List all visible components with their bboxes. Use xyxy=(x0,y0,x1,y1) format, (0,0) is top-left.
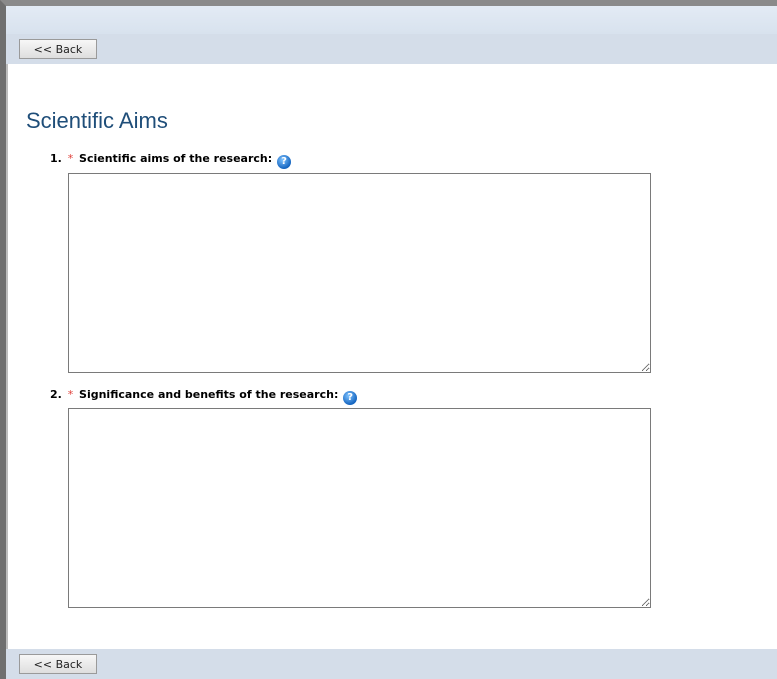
back-button-bottom[interactable]: << Back xyxy=(19,654,97,674)
top-nav-bar: << Back xyxy=(6,34,777,64)
page-title: Scientific Aims xyxy=(26,108,168,133)
question-2-text: Significance and benefits of the researc… xyxy=(79,388,339,401)
scientific-aims-input[interactable] xyxy=(68,173,651,373)
required-marker: * xyxy=(67,152,74,165)
help-icon[interactable]: ? xyxy=(277,155,291,169)
required-marker: * xyxy=(67,388,74,401)
header-strip xyxy=(6,6,777,34)
significance-benefits-input[interactable] xyxy=(68,408,651,608)
question-1-number: 1. xyxy=(50,152,62,165)
question-1-text: Scientific aims of the research: xyxy=(79,152,273,165)
question-2-number: 2. xyxy=(50,388,62,401)
help-icon[interactable]: ? xyxy=(343,391,358,405)
back-button-top[interactable]: << Back xyxy=(19,39,97,59)
question-2-label: 2. * Significance and benefits of the re… xyxy=(50,388,358,405)
question-1-label: 1. * Scientific aims of the research: ? xyxy=(50,152,291,169)
bottom-nav-bar: << Back xyxy=(6,649,777,679)
